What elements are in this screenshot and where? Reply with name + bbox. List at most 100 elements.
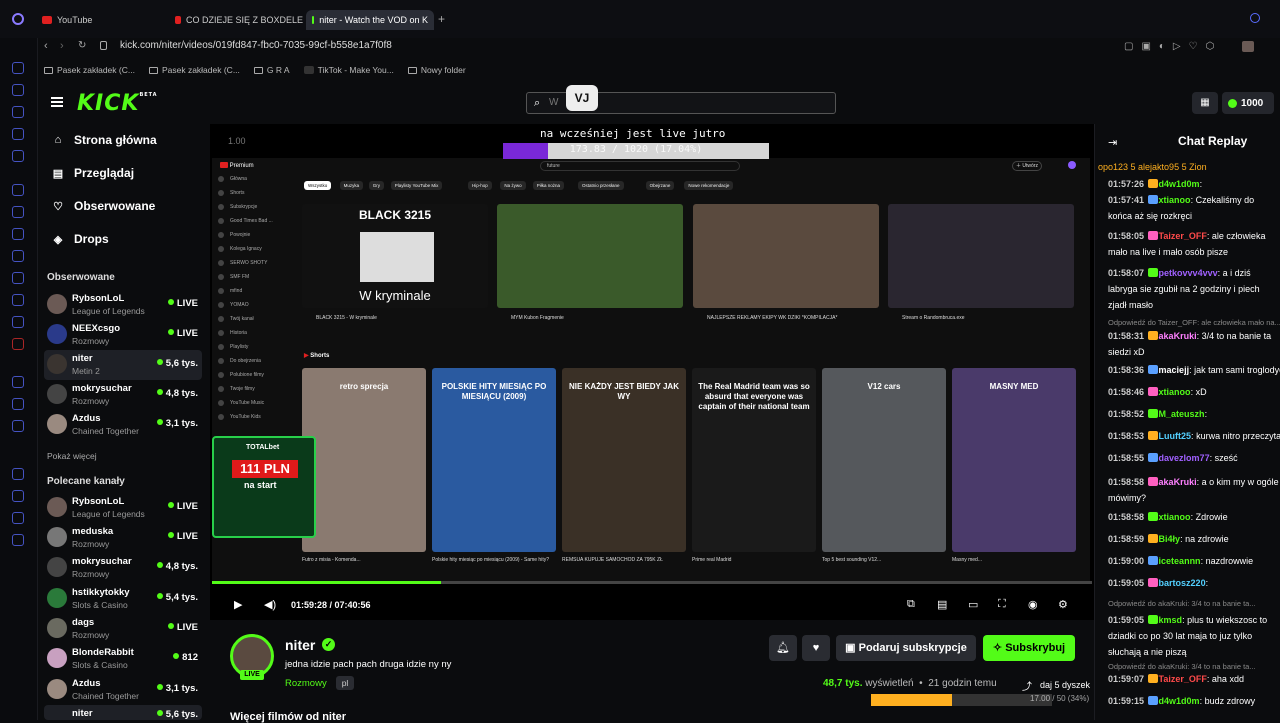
chat-username[interactable]: Bi4ły — [1159, 534, 1181, 544]
chat-username[interactable]: d4w1d0m — [1159, 696, 1200, 706]
lock-icon[interactable] — [100, 41, 107, 50]
bookmark-item[interactable]: Nowy folder — [407, 65, 466, 75]
recommended-channel[interactable]: BlondeRabbit Slots & Casino 812 — [44, 644, 202, 674]
language-tag[interactable]: pl — [336, 676, 354, 690]
chat-username[interactable]: Taizer_OFF — [1159, 674, 1207, 684]
downloads-icon[interactable] — [12, 490, 24, 502]
browser-toolbar-icons[interactable]: ▢▣◐▷♡⬡ — [1124, 41, 1222, 52]
followed-channel[interactable]: niter Metin 2 5,6 tys. — [44, 350, 202, 380]
opera-logo-icon[interactable] — [12, 13, 24, 25]
whatsapp-icon[interactable] — [12, 272, 24, 284]
channel-name[interactable]: niter — [285, 637, 315, 653]
discord-icon[interactable] — [12, 250, 24, 262]
chat-username[interactable]: akaKruki — [1159, 331, 1197, 341]
settings-icon[interactable]: ⚙ — [1058, 598, 1068, 611]
history-icon[interactable] — [12, 468, 24, 480]
chat-username[interactable]: petkovvv4vvv — [1159, 268, 1218, 278]
pip-icon[interactable]: ⧉ — [907, 598, 915, 611]
bookmark-item[interactable]: Pasek zakładek (C... — [148, 65, 240, 75]
theatre-icon[interactable]: ▭ — [968, 598, 978, 611]
speed-icon[interactable]: ◉ — [1028, 598, 1038, 611]
play-icon[interactable]: ▶ — [234, 598, 242, 611]
chat-username[interactable]: Taizer_OFF — [1159, 231, 1207, 241]
bookmark-item[interactable]: Pasek zakładek (C... — [44, 65, 135, 75]
settings-icon[interactable] — [12, 534, 24, 546]
layout-icon[interactable]: ▦ — [1192, 92, 1218, 114]
sidebar-app-icon[interactable] — [12, 376, 24, 388]
search-icon[interactable]: ⌕ — [534, 97, 540, 110]
messenger-icon[interactable] — [12, 228, 24, 240]
chat-username[interactable]: iceteannn — [1159, 556, 1201, 566]
recommended-channel[interactable]: RybsonLoL League of Legends LIVE — [44, 493, 202, 523]
telegram-icon[interactable] — [12, 316, 24, 328]
x-icon[interactable] — [12, 294, 24, 306]
tab-youtube[interactable]: YouTube — [42, 10, 172, 30]
back-icon[interactable]: ‹ — [44, 40, 48, 52]
show-more-link[interactable]: Pokaż więcej — [47, 451, 97, 461]
recommended-channel[interactable]: mokrysuchar Rozmowy 4,8 tys. — [44, 553, 202, 583]
extensions-icon[interactable] — [12, 512, 24, 524]
nav-home[interactable]: ⌂ Strona główna — [52, 133, 157, 147]
search-tabs-icon[interactable] — [1250, 13, 1260, 23]
twitch-icon[interactable] — [12, 184, 24, 196]
player-icon[interactable] — [12, 398, 24, 410]
yt-short-title: Polskie hity miesiąc po miesiącu (2009) … — [432, 557, 549, 563]
bookmark-item[interactable]: TikTok - Make You... — [303, 65, 394, 75]
subscribe-button[interactable]: ✧ Subskrybuj — [983, 635, 1075, 661]
fullscreen-icon[interactable]: ⛶ — [998, 598, 1006, 611]
sidebar-app-icon[interactable] — [12, 150, 24, 162]
url-field[interactable]: kick.com/niter/videos/019fd847-fbc0-7035… — [120, 40, 392, 51]
new-tab-button[interactable]: + — [438, 12, 445, 26]
collapse-chat-icon[interactable]: ⇥ — [1108, 136, 1117, 149]
nav-following[interactable]: ♡ Obserwowane — [52, 199, 155, 213]
subscriber-badge-icon — [1147, 409, 1158, 418]
recommended-channel[interactable]: Azdus Chained Together 3,1 tys. — [44, 675, 202, 705]
reload-icon[interactable]: ↻ — [78, 40, 86, 51]
followed-channel[interactable]: NEEXcsgo Rozmowy LIVE — [44, 320, 202, 350]
forward-icon[interactable]: › — [60, 40, 64, 52]
share-icon[interactable]: ⤴ — [1022, 678, 1032, 693]
kick-logo[interactable]: KICKBETA — [77, 91, 158, 116]
profile-icon[interactable] — [1242, 41, 1254, 52]
sidebar-app-icon[interactable] — [12, 206, 24, 218]
tab-boxdel[interactable]: CO DZIEJE SIĘ Z BOXDELE — [175, 10, 303, 30]
volume-icon[interactable]: ◀︎) — [264, 598, 276, 611]
chat-username[interactable]: bartosz220 — [1159, 578, 1206, 588]
chat-username[interactable]: davezlom77 — [1159, 453, 1210, 463]
bookmark-item[interactable]: G R A — [253, 65, 290, 75]
sidebar-app-icon[interactable] — [12, 420, 24, 432]
sidebar-app-icon[interactable] — [12, 84, 24, 96]
sidebar-app-icon[interactable] — [12, 106, 24, 118]
yt-short-thumbnail: retro sprecja — [302, 368, 426, 552]
stream-category[interactable]: Rozmowy — [285, 678, 327, 689]
chat-username[interactable]: kmsd — [1159, 615, 1183, 625]
chat-username[interactable]: maciejj — [1159, 365, 1190, 375]
chat-username[interactable]: d4w1d0m — [1159, 179, 1200, 189]
follow-button[interactable]: ♥ — [802, 635, 830, 661]
followed-channel[interactable]: Azdus Chained Together 3,1 tys. — [44, 410, 202, 440]
notification-bell-button[interactable]: 🔔︎ — [769, 635, 797, 661]
recommended-channel[interactable]: dags Rozmowy LIVE — [44, 614, 202, 644]
browse-icon: ▤ — [52, 167, 64, 180]
recommended-channel[interactable]: niter 5,6 tys. — [44, 705, 202, 720]
chat-username[interactable]: xtianoo — [1159, 387, 1191, 397]
followed-channel[interactable]: mokrysuchar Rozmowy 4,8 tys. — [44, 380, 202, 410]
tab-kick[interactable]: niter - Watch the VOD on K — [306, 10, 434, 30]
followed-channel[interactable]: RybsonLoL League of Legends LIVE — [44, 290, 202, 320]
menu-icon[interactable] — [51, 97, 63, 107]
clip-icon[interactable]: ▤ — [937, 598, 947, 611]
chat-username[interactable]: M_ateuszh — [1159, 409, 1205, 419]
gift-subscription-button[interactable]: ▣ Podaruj subskrypcje — [836, 635, 976, 661]
chat-username[interactable]: xtianoo — [1159, 512, 1191, 522]
nav-drops[interactable]: ◈ Drops — [52, 232, 109, 246]
chat-username[interactable]: akaKruki — [1159, 477, 1197, 487]
recommended-channel[interactable]: hstikkytokky Slots & Casino 5,4 tys. — [44, 584, 202, 614]
sidebar-app-icon[interactable] — [12, 338, 24, 350]
kick-credits-button[interactable]: 1000 — [1222, 92, 1274, 114]
chat-username[interactable]: xtianoo — [1159, 195, 1191, 205]
recommended-channel[interactable]: meduska Rozmowy LIVE — [44, 523, 202, 553]
chat-username[interactable]: Luuft25 — [1159, 431, 1192, 441]
nav-browse[interactable]: ▤ Przeglądaj — [52, 166, 134, 180]
sidebar-app-icon[interactable] — [12, 128, 24, 140]
sidebar-app-icon[interactable] — [12, 62, 24, 74]
